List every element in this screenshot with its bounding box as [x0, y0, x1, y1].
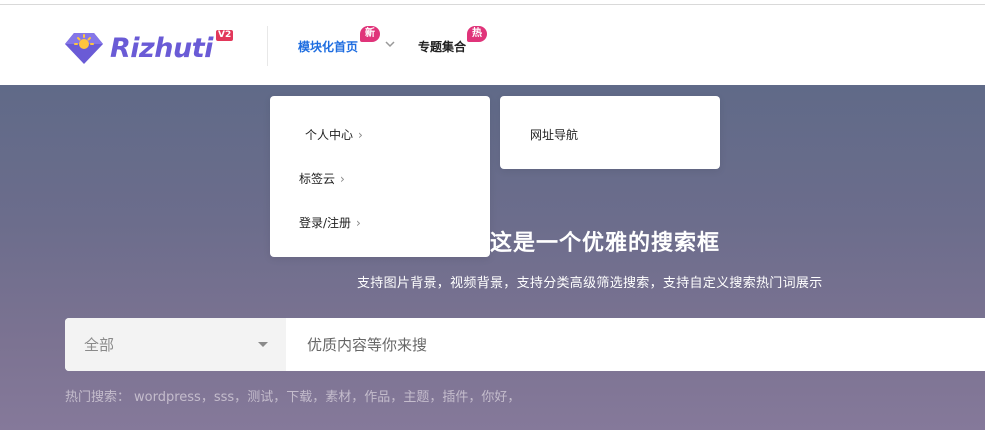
- hot-keywords: wordpress，sss，测试，下载，素材，作品，主题，插件，你好，: [134, 386, 520, 405]
- hot-keyword-separator: ，: [507, 390, 521, 405]
- category-select-value: 全部: [84, 336, 115, 354]
- nav-badge-new: 新: [360, 26, 380, 42]
- search-input[interactable]: [286, 318, 985, 371]
- hot-keyword-link[interactable]: 主题: [403, 390, 429, 405]
- menu-item-user-center[interactable]: 个人中心 ›: [305, 126, 363, 143]
- menu-item-url-nav[interactable]: 网址导航: [530, 126, 578, 143]
- chevron-right-icon: ›: [358, 127, 363, 142]
- category-select[interactable]: 全部: [65, 318, 286, 371]
- hot-keyword-separator: ，: [200, 390, 214, 405]
- hero-title: 这是一个优雅的搜索框: [490, 231, 721, 256]
- version-badge: V2: [216, 30, 234, 41]
- chevron-down-icon[interactable]: [385, 40, 395, 48]
- site-header: Rizhuti V2 模块化首页 新 专题集合 热: [0, 6, 985, 85]
- menu-item-label: 网址导航: [530, 128, 579, 142]
- nav-badge-hot: 热: [467, 26, 487, 42]
- hot-keyword-link[interactable]: 作品: [364, 390, 390, 405]
- hot-keyword-separator: ，: [273, 390, 287, 405]
- hot-keyword-link[interactable]: wordpress: [134, 390, 201, 405]
- chevron-right-icon: ›: [356, 215, 361, 230]
- hot-keyword-separator: ，: [312, 390, 326, 405]
- nav-modular-home[interactable]: 模块化首页: [298, 38, 358, 55]
- nav-topics[interactable]: 专题集合: [418, 38, 466, 55]
- hot-keyword-link[interactable]: 测试: [247, 390, 273, 405]
- menu-item-tag-cloud[interactable]: 标签云 ›: [299, 170, 345, 187]
- menu-item-label: 登录/注册: [299, 216, 352, 230]
- hot-keyword-separator: ，: [234, 390, 248, 405]
- hot-keyword-link[interactable]: 插件: [442, 390, 468, 405]
- caret-down-icon: [258, 342, 268, 347]
- hot-keyword-separator: ，: [468, 390, 482, 405]
- dropdown-menu-left: 个人中心 › 标签云 › 登录/注册 ›: [270, 96, 490, 257]
- hot-searches: 热门搜索： wordpress，sss，测试，下载，素材，作品，主题，插件，你好…: [65, 386, 520, 405]
- hot-keyword-separator: ，: [390, 390, 404, 405]
- hot-keyword-link[interactable]: 你好: [481, 390, 507, 405]
- dropdown-menu-right: 网址导航: [500, 96, 720, 169]
- hot-keyword-link[interactable]: 素材: [325, 390, 351, 405]
- hot-keyword-link[interactable]: 下载: [286, 390, 312, 405]
- hero-section: [0, 85, 985, 430]
- diamond-logo-icon: [65, 33, 103, 64]
- chevron-right-icon: ›: [340, 171, 345, 186]
- top-border: [0, 0, 985, 5]
- hot-keyword-link[interactable]: sss: [214, 390, 234, 405]
- hot-keyword-separator: ，: [429, 390, 443, 405]
- menu-item-label: 个人中心: [305, 128, 354, 142]
- menu-item-label: 标签云: [299, 172, 336, 186]
- hero-subtitle: 支持图片背景，视频背景，支持分类高级筛选搜索，支持自定义搜索热门词展示: [357, 276, 823, 291]
- hot-keyword-separator: ，: [351, 390, 365, 405]
- site-logo[interactable]: Rizhuti V2: [64, 28, 234, 68]
- header-divider: [267, 26, 268, 66]
- search-box: 全部: [65, 318, 985, 371]
- menu-item-login-register[interactable]: 登录/注册 ›: [299, 214, 361, 231]
- logo-text: Rizhuti: [110, 32, 213, 64]
- hot-search-label: 热门搜索：: [65, 390, 131, 405]
